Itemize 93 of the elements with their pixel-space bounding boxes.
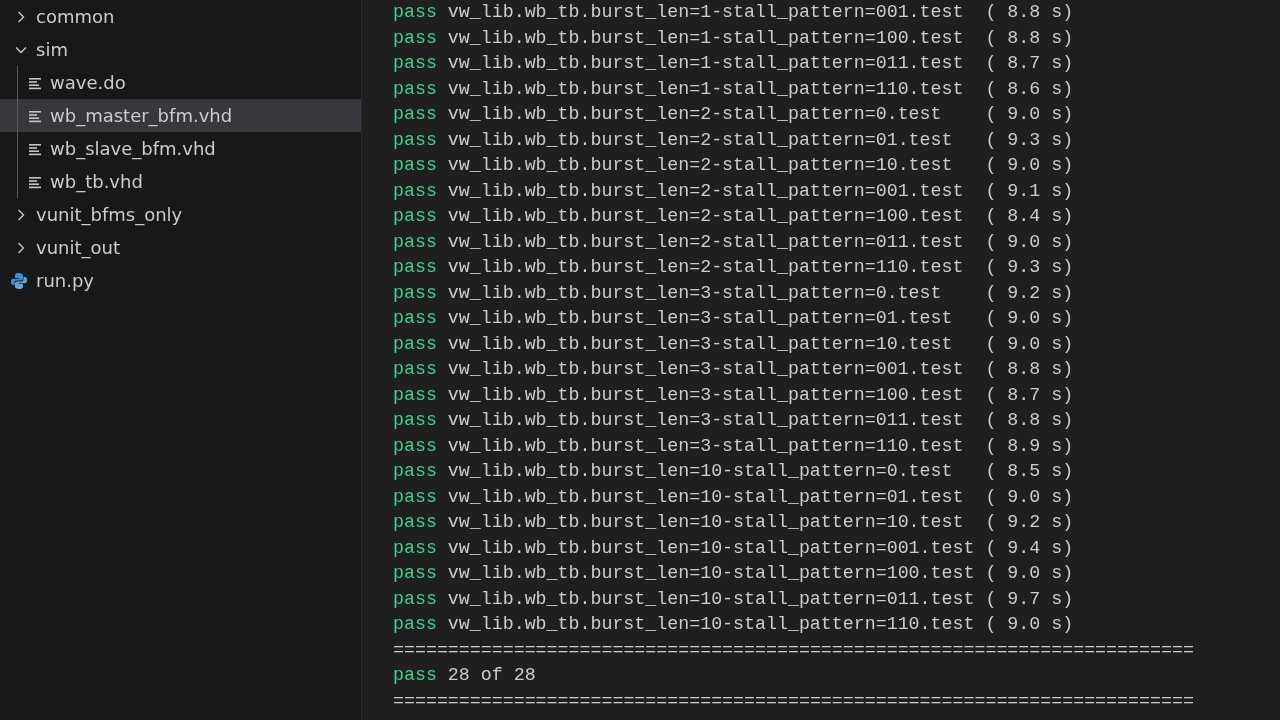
text-file-icon — [28, 75, 42, 90]
duration-text: ( 9.0 s) — [985, 103, 1074, 126]
test-name: vw_lib.wb_tb.burst_len=2-stall_pattern=100.test — [447, 205, 965, 228]
test-name: vw_lib.wb_tb.burst_len=10-stall_pattern=011.test — [447, 587, 976, 611]
status-text: pass — [393, 26, 438, 50]
tree-item[interactable]: wb_slave_bfm.vhd — [0, 132, 361, 165]
test-name: vw_lib.wb_tb.burst_len=2-stall_pattern=0.test — [447, 103, 943, 126]
test-name: vw_lib.wb_tb.burst_len=10-stall_pattern=001.test — [447, 536, 976, 560]
status-text: pass — [393, 587, 438, 611]
test-name: vw_lib.wb_tb.burst_len=1-stall_pattern=001.test — [447, 1, 965, 24]
status-text: pass — [393, 434, 438, 458]
test-name: vw_lib.wb_tb.burst_len=3-stall_pattern=110.test — [447, 434, 965, 458]
tree-item[interactable]: run.py — [0, 264, 361, 297]
status-text: pass — [393, 383, 438, 407]
status-text: pass — [393, 460, 438, 483]
duration-text: ( 9.0 s) — [985, 613, 1074, 636]
status-text: pass — [393, 230, 438, 254]
test-name: vw_lib.wb_tb.burst_len=2-stall_pattern=01.test — [447, 128, 954, 152]
status-text: pass — [393, 536, 438, 560]
summary-text: 28 of 28 — [447, 664, 536, 687]
text-file-icon — [28, 174, 42, 189]
status-text: pass — [393, 179, 438, 203]
duration-text: ( 8.7 s) — [985, 52, 1074, 75]
duration-text: ( 9.0 s) — [985, 562, 1074, 585]
test-name: vw_lib.wb_tb.burst_len=3-stall_pattern=10.test — [447, 332, 954, 356]
duration-text: ( 9.7 s) — [985, 587, 1074, 611]
duration-text: ( 9.2 s) — [985, 511, 1074, 534]
test-name: vw_lib.wb_tb.burst_len=10-stall_pattern=100.test — [447, 562, 976, 585]
test-name: vw_lib.wb_tb.burst_len=10-stall_pattern=0.test — [447, 460, 954, 483]
status-text: pass — [393, 307, 438, 330]
status-text: pass — [393, 281, 438, 305]
test-name: vw_lib.wb_tb.burst_len=2-stall_pattern=10.test — [447, 154, 954, 177]
test-name: vw_lib.wb_tb.burst_len=3-stall_pattern=0.test — [447, 281, 943, 305]
duration-text: ( 9.0 s) — [985, 332, 1074, 356]
text-file-icon — [28, 108, 42, 123]
test-name: vw_lib.wb_tb.burst_len=10-stall_pattern=10.test — [447, 511, 965, 534]
status-text: pass — [393, 103, 438, 126]
duration-text: ( 9.0 s) — [985, 485, 1074, 509]
test-name: vw_lib.wb_tb.burst_len=3-stall_pattern=011.test — [447, 409, 965, 432]
test-name: vw_lib.wb_tb.burst_len=1-stall_pattern=011.test — [447, 52, 965, 75]
separator-line: ========================================================================= — [393, 689, 1194, 713]
tree-item[interactable]: wave.do — [0, 66, 361, 99]
duration-text: ( 9.0 s) — [985, 307, 1074, 330]
duration-text: ( 8.9 s) — [985, 434, 1074, 458]
tree-item[interactable]: sim — [0, 33, 361, 66]
test-name: vw_lib.wb_tb.burst_len=3-stall_pattern=100.test — [447, 383, 965, 407]
test-name: vw_lib.wb_tb.burst_len=1-stall_pattern=100.test — [447, 26, 965, 50]
duration-text: ( 9.3 s) — [985, 128, 1074, 152]
test-name: vw_lib.wb_tb.burst_len=2-stall_pattern=011.test — [447, 230, 965, 254]
text-file-icon — [28, 141, 42, 156]
status-text: pass — [393, 664, 438, 687]
status-text: pass — [393, 511, 438, 534]
duration-text: ( 9.4 s) — [985, 536, 1074, 560]
tree-item[interactable]: vunit_out — [0, 231, 361, 264]
separator-line: ========================================================================= — [393, 638, 1194, 662]
status-text: pass — [393, 562, 438, 585]
test-name: vw_lib.wb_tb.burst_len=10-stall_pattern=01.test — [447, 485, 965, 509]
test-name: vw_lib.wb_tb.burst_len=3-stall_pattern=001.test — [447, 358, 965, 381]
test-name: vw_lib.wb_tb.burst_len=1-stall_pattern=110.test — [447, 77, 965, 101]
duration-text: ( 9.1 s) — [985, 179, 1074, 203]
duration-text: ( 8.7 s) — [985, 383, 1074, 407]
duration-text: ( 8.8 s) — [985, 358, 1074, 381]
status-text: pass — [393, 205, 438, 228]
test-name: vw_lib.wb_tb.burst_len=2-stall_pattern=001.test — [447, 179, 965, 203]
duration-text: ( 8.5 s) — [985, 460, 1074, 483]
duration-text: ( 8.8 s) — [985, 26, 1074, 50]
test-name: vw_lib.wb_tb.burst_len=2-stall_pattern=110.test — [447, 256, 965, 279]
tree-item[interactable]: wb_master_bfm.vhd — [0, 99, 361, 132]
duration-text: ( 9.2 s) — [985, 281, 1074, 305]
status-text: pass — [393, 128, 438, 152]
status-text: pass — [393, 409, 438, 432]
status-text: pass — [393, 256, 438, 279]
status-text: pass — [393, 485, 438, 509]
test-name: vw_lib.wb_tb.burst_len=3-stall_pattern=01.test — [447, 307, 954, 330]
test-name: vw_lib.wb_tb.burst_len=10-stall_pattern=110.test — [447, 613, 976, 636]
status-text: pass — [393, 52, 438, 75]
status-text: pass — [393, 613, 438, 636]
status-text: pass — [393, 358, 438, 381]
duration-text: ( 8.6 s) — [985, 77, 1074, 101]
duration-text: ( 9.3 s) — [985, 256, 1074, 279]
duration-text: ( 8.4 s) — [985, 205, 1074, 228]
tree-item[interactable]: vunit_bfms_only — [0, 198, 361, 231]
status-text: pass — [393, 1, 438, 24]
python-file-icon — [10, 271, 28, 290]
status-text: pass — [393, 77, 438, 101]
status-text: pass — [393, 332, 438, 356]
tree-item[interactable]: wb_tb.vhd — [0, 165, 361, 198]
tree-item[interactable]: common — [0, 0, 361, 33]
duration-text: ( 8.8 s) — [985, 1, 1074, 24]
duration-text: ( 9.0 s) — [985, 230, 1074, 254]
duration-text: ( 8.8 s) — [985, 409, 1074, 432]
duration-text: ( 9.0 s) — [985, 154, 1074, 177]
status-text: pass — [393, 154, 438, 177]
